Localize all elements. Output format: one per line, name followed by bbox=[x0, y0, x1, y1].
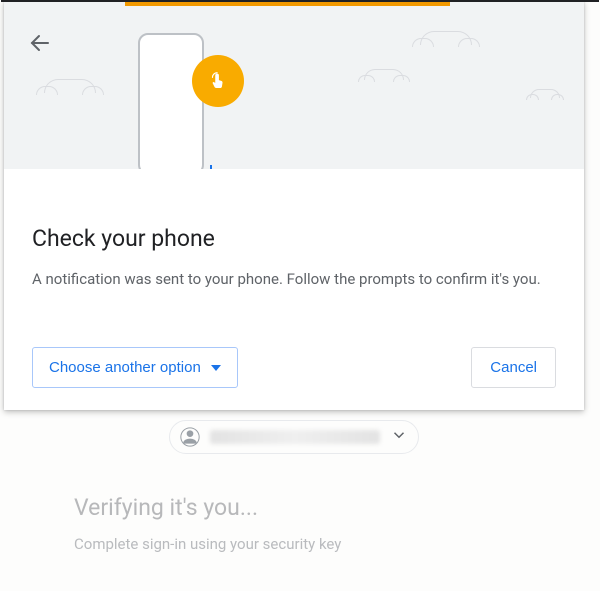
cloud-decoration bbox=[420, 31, 472, 45]
modal-header-illustration bbox=[4, 1, 584, 169]
cloud-decoration bbox=[44, 79, 96, 93]
chevron-down-icon bbox=[390, 426, 408, 448]
modal-actions: Choose another option Cancel bbox=[4, 319, 584, 410]
account-chip[interactable] bbox=[169, 420, 419, 454]
account-email-redacted bbox=[210, 430, 380, 444]
touch-icon bbox=[192, 55, 244, 107]
phone-illustration bbox=[134, 29, 214, 169]
background-instruction: Complete sign-in using your security key bbox=[74, 535, 584, 553]
back-button[interactable] bbox=[28, 31, 52, 55]
modal-description: A notification was sent to your phone. F… bbox=[32, 268, 556, 291]
cloud-decoration bbox=[364, 69, 404, 80]
cancel-button[interactable]: Cancel bbox=[471, 347, 556, 388]
verification-modal: Check your phone A notification was sent… bbox=[4, 1, 584, 410]
cloud-decoration bbox=[530, 89, 560, 98]
dropdown-triangle-icon bbox=[211, 365, 221, 371]
progress-bar bbox=[125, 2, 450, 6]
modal-title: Check your phone bbox=[32, 225, 556, 252]
choose-another-option-button[interactable]: Choose another option bbox=[32, 347, 238, 388]
background-title: Verifying it's you... bbox=[74, 494, 584, 521]
choose-another-label: Choose another option bbox=[49, 359, 201, 376]
avatar-icon bbox=[180, 427, 200, 447]
